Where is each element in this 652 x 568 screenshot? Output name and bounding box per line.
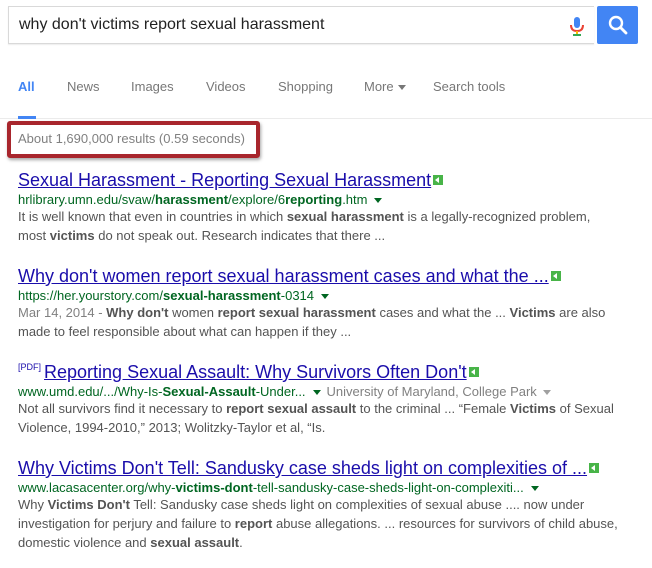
search-result: [PDF] Reporting Sexual Assault: Why Survi… (18, 362, 638, 437)
tab-more[interactable]: More (364, 79, 406, 94)
tab-shopping[interactable]: Shopping (278, 79, 333, 94)
url-part-bold: victims-dont (175, 480, 253, 495)
cached-badge-icon[interactable] (589, 463, 600, 473)
url-part: -Under... (255, 384, 306, 399)
active-tab-indicator (18, 116, 36, 119)
caret-down-icon[interactable] (542, 390, 551, 396)
mic-icon[interactable] (566, 15, 588, 37)
result-title-link[interactable]: Sexual Harassment - Reporting Sexual Har… (18, 170, 431, 190)
snippet-text: Not all survivors find it necessary to (18, 401, 227, 416)
tab-news[interactable]: News (67, 79, 100, 94)
url-part-bold: sexual-harassment (162, 288, 281, 303)
url-part-bold: reporting (285, 192, 343, 207)
snippet-text: women (168, 305, 218, 320)
tab-images[interactable]: Images (131, 79, 174, 94)
snippet-text: cases and what the ... (375, 305, 510, 320)
caret-down-icon[interactable] (530, 486, 539, 492)
url-part: www.lacasacenter.org/why- (18, 480, 176, 495)
caret-down-icon[interactable] (321, 294, 330, 300)
tab-more-label: More (364, 79, 394, 94)
cached-badge-icon[interactable] (550, 271, 561, 281)
result-title-link[interactable]: Reporting Sexual Assault: Why Survivors … (44, 362, 467, 382)
tab-search-tools[interactable]: Search tools (433, 79, 505, 94)
search-tabs: All News Images Videos Shopping More Sea… (0, 60, 652, 119)
search-button[interactable] (597, 6, 638, 44)
cached-badge-icon[interactable] (433, 175, 444, 185)
tab-all[interactable]: All (18, 79, 35, 94)
snippet-text: It is well known that even in countries … (18, 209, 287, 224)
caret-down-icon (397, 85, 406, 91)
snippet-bold: Victims Don't (47, 497, 130, 512)
search-bar (8, 6, 638, 46)
result-url: www.lacasacenter.org/why-victims-dont-te… (18, 480, 638, 495)
result-date: Mar 14, 2014 - (18, 305, 107, 320)
snippet-text: . (239, 535, 243, 550)
result-snippet: Mar 14, 2014 - Why don't women report se… (18, 303, 618, 341)
snippet-bold: sexual assault (150, 535, 240, 550)
snippet-bold: victims (49, 228, 95, 243)
url-part: www.umd.edu/.../Why-Is- (18, 384, 163, 399)
url-part-bold: Sexual-Assault (162, 384, 256, 399)
search-result: Sexual Harassment - Reporting Sexual Har… (18, 170, 638, 245)
snippet-bold: report sexual harassment (217, 305, 376, 320)
url-part: -0314 (280, 288, 315, 303)
search-input[interactable] (8, 6, 594, 44)
url-part: /explore/6 (228, 192, 286, 207)
result-url: www.umd.edu/.../Why-Is-Sexual-Assault-Un… (18, 384, 638, 399)
url-part: -tell-sandusky-case-sheds-light-on-compl… (252, 480, 524, 495)
snippet-text: do not speak out. Research indicates tha… (94, 228, 386, 243)
url-part: https://her.yourstory.com/ (18, 288, 163, 303)
snippet-bold: Why don't (106, 305, 169, 320)
url-part: hrlibrary.umn.edu/svaw/ (18, 192, 156, 207)
result-url: https://her.yourstory.com/sexual-harassm… (18, 288, 638, 303)
result-snippet: It is well known that even in countries … (18, 207, 618, 245)
caret-down-icon[interactable] (374, 198, 383, 204)
result-title-link[interactable]: Why don't women report sexual harassment… (18, 266, 549, 286)
snippet-bold: Victims (510, 401, 557, 416)
pdf-tag: [PDF] (18, 362, 42, 372)
result-snippet: Not all survivors find it necessary to r… (18, 399, 618, 437)
result-source: University of Maryland, College Park (326, 384, 537, 399)
snippet-text: to the criminal ... “Female (356, 401, 511, 416)
search-result: Why Victims Don't Tell: Sandusky case sh… (18, 458, 638, 552)
annotation-highlight-box (7, 121, 260, 158)
caret-down-icon[interactable] (312, 390, 321, 396)
result-url: hrlibrary.umn.edu/svaw/harassment/explor… (18, 192, 638, 207)
result-snippet: Why Victims Don't Tell: Sandusky case sh… (18, 495, 618, 552)
url-part-bold: harassment (155, 192, 229, 207)
snippet-bold: report sexual assault (226, 401, 357, 416)
snippet-bold: report (234, 516, 273, 531)
cached-badge-icon[interactable] (468, 367, 479, 377)
result-title-link[interactable]: Why Victims Don't Tell: Sandusky case sh… (18, 458, 587, 478)
snippet-bold: Victims (509, 305, 556, 320)
snippet-text: Why (18, 497, 48, 512)
url-part: .htm (342, 192, 368, 207)
search-icon (597, 15, 638, 35)
snippet-bold: sexual harassment (286, 209, 404, 224)
search-result: Why don't women report sexual harassment… (18, 266, 638, 341)
tab-videos[interactable]: Videos (206, 79, 246, 94)
